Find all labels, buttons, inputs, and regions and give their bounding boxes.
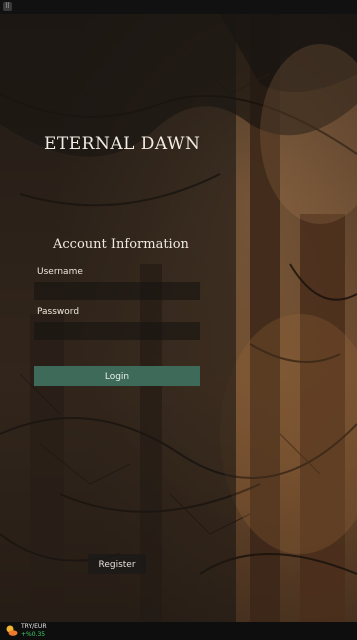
game-logo-title: ETERNAL DAWN <box>44 134 201 154</box>
username-input[interactable] <box>34 282 200 300</box>
account-information-heading: Account Information <box>53 237 189 252</box>
app-icon: ⠿ <box>3 2 12 11</box>
weather-sun-cloud-icon <box>6 625 18 636</box>
ticker-change: +%0.35 <box>21 631 46 638</box>
password-input[interactable] <box>34 322 200 340</box>
login-button[interactable]: Login <box>34 366 200 386</box>
login-panel <box>0 14 236 622</box>
register-button[interactable]: Register <box>88 554 146 574</box>
ticker-pair: TRY/EUR <box>21 623 47 630</box>
top-status-bar: ⠿ <box>0 0 357 14</box>
password-label: Password <box>37 307 80 317</box>
username-label: Username <box>37 267 83 277</box>
bottom-taskbar <box>0 622 357 640</box>
